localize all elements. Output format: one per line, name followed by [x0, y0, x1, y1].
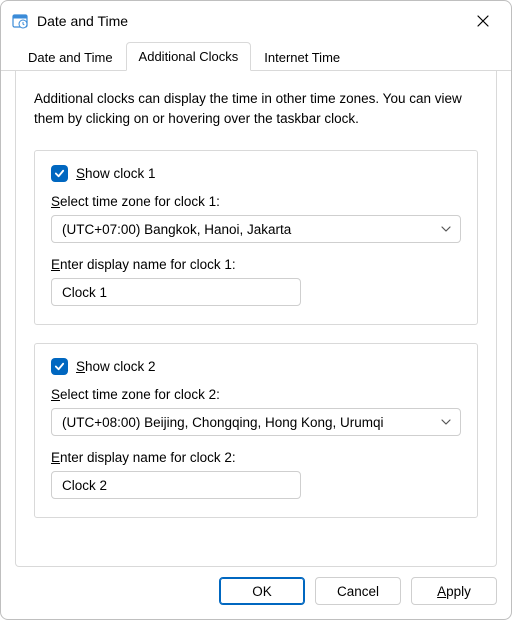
- tabstrip: Date and Time Additional Clocks Internet…: [1, 41, 511, 71]
- check-icon: [54, 168, 65, 179]
- clock1-name-label: Enter display name for clock 1:: [51, 257, 461, 272]
- cancel-button[interactable]: Cancel: [315, 577, 401, 605]
- window-title: Date and Time: [37, 13, 463, 29]
- clock2-name-input[interactable]: Clock 2: [51, 471, 301, 499]
- clock2-timezone-select[interactable]: (UTC+08:00) Beijing, Chongqing, Hong Kon…: [51, 408, 461, 436]
- tab-internet-time[interactable]: Internet Time: [251, 43, 353, 71]
- dialog-footer: OK Cancel Apply: [1, 577, 511, 619]
- show-clock2-label: Show clock 2: [76, 359, 156, 374]
- clock1-group: Show clock 1 Select time zone for clock …: [34, 150, 478, 325]
- titlebar: Date and Time: [1, 1, 511, 41]
- date-time-icon: [11, 12, 29, 30]
- tab-additional-clocks[interactable]: Additional Clocks: [126, 42, 252, 71]
- description-text: Additional clocks can display the time i…: [34, 89, 478, 128]
- chevron-down-icon: [440, 416, 452, 428]
- clock2-name-label: Enter display name for clock 2:: [51, 450, 461, 465]
- show-clock1-checkbox[interactable]: [51, 165, 68, 182]
- apply-button[interactable]: Apply: [411, 577, 497, 605]
- close-button[interactable]: [463, 5, 503, 37]
- clock2-timezone-label: Select time zone for clock 2:: [51, 387, 461, 402]
- ok-button[interactable]: OK: [219, 577, 305, 605]
- panel-additional-clocks: Additional clocks can display the time i…: [15, 71, 497, 567]
- clock1-timezone-value: (UTC+07:00) Bangkok, Hanoi, Jakarta: [62, 222, 291, 237]
- show-clock2-checkbox[interactable]: [51, 358, 68, 375]
- clock1-name-input[interactable]: Clock 1: [51, 278, 301, 306]
- clock2-group: Show clock 2 Select time zone for clock …: [34, 343, 478, 518]
- tab-date-and-time[interactable]: Date and Time: [15, 43, 126, 71]
- clock1-timezone-label: Select time zone for clock 1:: [51, 194, 461, 209]
- date-time-window: Date and Time Date and Time Additional C…: [0, 0, 512, 620]
- show-clock1-label: Show clock 1: [76, 166, 156, 181]
- check-icon: [54, 361, 65, 372]
- close-icon: [477, 15, 489, 27]
- chevron-down-icon: [440, 223, 452, 235]
- clock2-timezone-value: (UTC+08:00) Beijing, Chongqing, Hong Kon…: [62, 415, 384, 430]
- clock1-timezone-select[interactable]: (UTC+07:00) Bangkok, Hanoi, Jakarta: [51, 215, 461, 243]
